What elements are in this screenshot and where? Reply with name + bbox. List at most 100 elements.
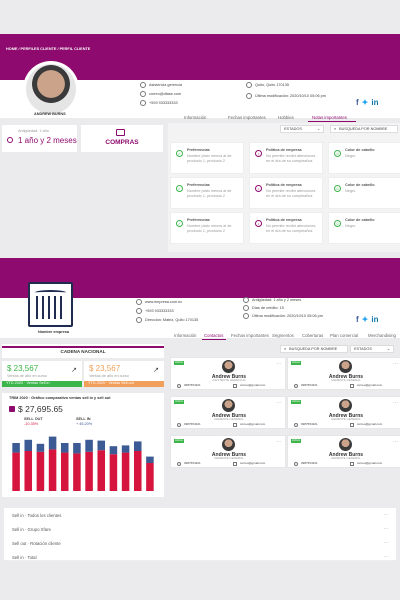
- note-card[interactable]: ✓ Preferencias Nombre plato menos al de pr…: [170, 177, 244, 209]
- trim-chart-card: TRIM 2020 · Gráfico comparativo ventas s…: [2, 393, 164, 497]
- contact-email[interactable]: correo@gmail.com: [240, 423, 265, 427]
- contact-email[interactable]: correo@gmail.com: [240, 384, 265, 388]
- chevron-down-icon: ⌄: [386, 346, 390, 351]
- contact-email[interactable]: correo@gmail.com: [357, 423, 382, 427]
- sell-out-pct: -10.35%: [24, 422, 39, 426]
- bar-sell-out: [97, 450, 106, 491]
- music-icon: ♪: [255, 185, 262, 192]
- more-icon[interactable]: ⋯: [384, 512, 388, 518]
- tab-segmentos[interactable]: Segmentos: [272, 333, 294, 338]
- contact-avatar: [222, 360, 235, 373]
- note-card-title: Preferencias: [187, 218, 210, 222]
- contact-card[interactable]: Activo ⋯ Andrew Burns GERENTE GENERAL 098765…: [287, 357, 400, 390]
- twitter-icon[interactable]: ✦: [362, 98, 369, 107]
- trim-total: $ 27,695.65: [18, 404, 63, 414]
- sales-sellin-value: $ 23,567: [7, 364, 39, 373]
- contacts-status-select[interactable]: ESTADOS ⌄: [350, 345, 394, 353]
- linkedin-icon[interactable]: in: [371, 98, 378, 107]
- status-select[interactable]: ESTADOS ⌄: [280, 125, 324, 133]
- tab-company-fechas[interactable]: Fechas importantes: [231, 333, 269, 338]
- breadcrumb[interactable]: HOME / PERFILES CLIENTE / PERFIL CLIENTE: [6, 47, 90, 52]
- report-list-row[interactable]: Sell in · Total ⋯: [4, 550, 396, 561]
- note-card[interactable]: ♪ Política de empresa No permite recibir a…: [249, 212, 323, 244]
- tab-notas-importantes[interactable]: Notas importantes: [312, 115, 347, 120]
- seniority-label: Antigüedad: 1 año: [18, 129, 49, 133]
- search-icon: ⌕: [284, 346, 287, 351]
- contact-avatar: [339, 360, 352, 373]
- tab-informacion[interactable]: Información: [184, 115, 206, 120]
- note-card-body: No permite recibir atenciones en el día …: [266, 154, 316, 163]
- contacts-search-input[interactable]: ⌕ BUSQUEDA POR NOMBRE: [280, 345, 348, 353]
- purchases-card[interactable]: COMPRAS: [81, 125, 163, 152]
- tab-plan-comercial[interactable]: Plan comercial: [330, 333, 358, 338]
- company-website[interactable]: www.empresa.com.ec: [145, 300, 182, 305]
- contact-card[interactable]: Activo ⋯ Andrew Burns GERENTE GENERAL 098765…: [287, 396, 400, 429]
- contact-card[interactable]: Activo ⋯ Andrew Burns GERENTE GENERAL 098765…: [170, 396, 286, 429]
- note-card[interactable]: ☺ Color de cabello Negro: [328, 177, 400, 209]
- contact-phone: 0987654321: [301, 422, 318, 427]
- note-card[interactable]: ♪ Política de empresa No permite recibir a…: [249, 177, 323, 209]
- tab-fechas-importantes[interactable]: Fechas importantes: [228, 115, 266, 120]
- twitter-icon[interactable]: ✦: [362, 315, 369, 324]
- company-credit-days: Días de crédito: 15: [252, 305, 284, 310]
- tab-coberturas[interactable]: Coberturas: [302, 333, 323, 338]
- contact-role: GERENTE GENERAL: [331, 456, 361, 460]
- sales-sellout-card: $ 23,567 Ventas de año en curso ↗ YTD 20…: [84, 361, 164, 387]
- bar-sell-out: [121, 452, 130, 491]
- bar-sell-out: [146, 463, 154, 491]
- more-icon[interactable]: ⋯: [276, 439, 281, 445]
- contact-email[interactable]: correo@gmail.com: [357, 384, 382, 388]
- mail-icon: [233, 384, 237, 388]
- phone-icon: [294, 384, 298, 388]
- contact-role: GERENTE GENERAL: [331, 417, 361, 421]
- note-card[interactable]: ☺ Color de cabello Negro: [328, 212, 400, 244]
- search-icon: ⌕: [334, 126, 337, 131]
- more-icon[interactable]: ⋯: [393, 361, 398, 367]
- credit-icon: [243, 305, 249, 311]
- note-card[interactable]: ♪ Política de empresa No permite recibir a…: [249, 142, 323, 174]
- bar-sell-in: [12, 443, 20, 453]
- contact-email[interactable]: correo@gmail.com: [240, 462, 265, 466]
- search-input[interactable]: ⌕ BUSQUEDA POR NOMBRE: [330, 125, 398, 133]
- linkedin-icon[interactable]: in: [371, 315, 378, 324]
- more-icon[interactable]: ⋯: [393, 400, 398, 406]
- tab-merchandising[interactable]: Merchandising: [368, 333, 396, 338]
- note-card-title: Política de empresa: [266, 148, 302, 152]
- facebook-icon[interactable]: f: [356, 315, 359, 324]
- contact-card[interactable]: Activo ⋯ Andrew Burns GERENTE GENERAL 098765…: [287, 435, 400, 468]
- bar-sell-out: [85, 451, 93, 491]
- contact-avatar: [222, 438, 235, 451]
- more-icon[interactable]: ⋯: [384, 554, 388, 560]
- location-icon: [136, 317, 142, 323]
- contact-email[interactable]: correo@gmail.com: [357, 462, 382, 466]
- phone-icon: [177, 462, 181, 466]
- more-icon[interactable]: ⋯: [276, 361, 281, 367]
- facebook-icon[interactable]: f: [356, 98, 359, 107]
- mail-icon: [233, 462, 237, 466]
- phone-icon: [177, 423, 181, 427]
- sales-sellout-badge: YTD 2020 · Ventas Sell out: [84, 381, 164, 387]
- contacts-status-value: ESTADOS: [354, 346, 372, 351]
- note-card[interactable]: ✓ Preferencias Nombre plato menos al de pr…: [170, 142, 244, 174]
- tab-company-informacion[interactable]: Información: [174, 333, 196, 338]
- more-icon[interactable]: ⋯: [384, 540, 388, 546]
- sales-sellin-badge: YTD 2020 · Ventas Sell in: [2, 381, 82, 387]
- more-icon[interactable]: ⋯: [393, 439, 398, 445]
- more-icon[interactable]: ⋯: [276, 400, 281, 406]
- bar-sell-out: [12, 452, 20, 491]
- trend-up-icon: ↗: [153, 367, 159, 374]
- note-card[interactable]: ☺ Color de cabello Negro: [328, 142, 400, 174]
- contact-phone: 0987654321: [184, 461, 201, 466]
- tab-contactos[interactable]: Contactos: [204, 333, 223, 338]
- status-badge: Activo: [174, 399, 185, 404]
- report-list-label: Sell in · Total: [12, 555, 37, 560]
- contact-email[interactable]: correo@dfase.com: [149, 92, 181, 97]
- contact-card[interactable]: Activo ⋯ Andrew Burns ASISTENTE GERENCIA 098…: [170, 357, 286, 390]
- note-card[interactable]: ✓ Preferencias Nombre plato menos al de pr…: [170, 212, 244, 244]
- phone-icon: [294, 462, 298, 466]
- bar-sell-in: [121, 445, 130, 453]
- contact-card[interactable]: Activo ⋯ Andrew Burns GERENTE GENERAL 098765…: [170, 435, 286, 468]
- tab-hobbies[interactable]: Hobbies: [278, 115, 294, 120]
- note-card-body: Negro: [345, 189, 356, 193]
- more-icon[interactable]: ⋯: [384, 526, 388, 532]
